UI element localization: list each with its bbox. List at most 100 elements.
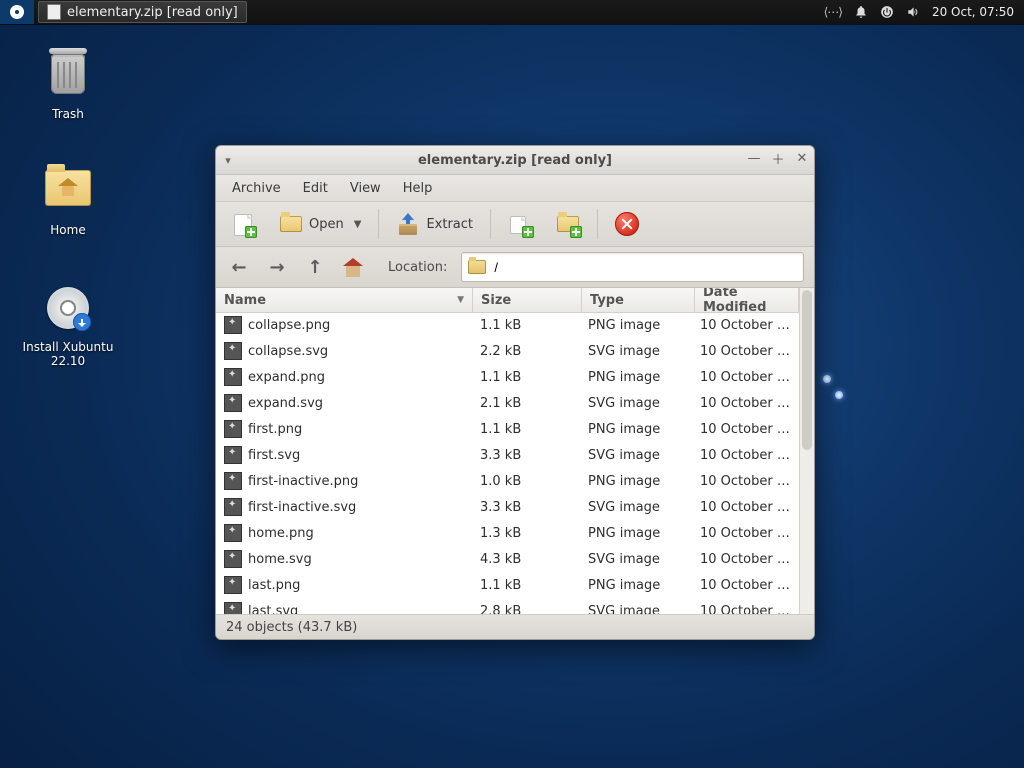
vertical-scrollbar[interactable]	[799, 288, 814, 614]
file-type: PNG image	[580, 578, 692, 593]
busy-dot	[835, 391, 843, 399]
file-size: 1.1 kB	[472, 318, 580, 333]
file-date: 10 October 2022, 20…	[692, 474, 799, 489]
extract-button[interactable]: Extract	[387, 206, 482, 242]
file-size: 1.3 kB	[472, 526, 580, 541]
file-type: SVG image	[580, 604, 692, 615]
file-type: SVG image	[580, 448, 692, 463]
menu-edit[interactable]: Edit	[293, 178, 338, 199]
add-files-button[interactable]	[499, 206, 541, 242]
file-row[interactable]: home.svg4.3 kBSVG image10 October 2022, …	[216, 546, 799, 572]
file-type: PNG image	[580, 318, 692, 333]
file-size: 3.3 kB	[472, 500, 580, 515]
stop-button[interactable]	[606, 206, 648, 242]
file-row[interactable]: first.svg3.3 kBSVG image10 October 2022,…	[216, 442, 799, 468]
file-name: last.png	[248, 578, 300, 593]
network-icon[interactable]	[824, 5, 842, 19]
busy-dot	[823, 375, 831, 383]
location-label: Location:	[388, 260, 447, 275]
home-icon	[342, 256, 364, 278]
scrollbar-thumb[interactable]	[802, 290, 812, 450]
home-button[interactable]	[336, 251, 370, 283]
titlebar[interactable]: ▾ elementary.zip [read only] — ＋ ✕	[216, 146, 814, 175]
desktop-icon-trash[interactable]: Trash	[22, 50, 114, 121]
home-folder-icon	[45, 170, 91, 206]
desktop-icon-label: Home	[22, 223, 114, 237]
desktop-icon-installer[interactable]: Install Xubuntu 22.10	[22, 284, 114, 368]
file-row[interactable]: collapse.png1.1 kBPNG image10 October 20…	[216, 312, 799, 338]
new-document-icon	[231, 212, 255, 236]
image-file-icon	[224, 368, 242, 386]
extract-button-label: Extract	[426, 217, 473, 232]
file-row[interactable]: collapse.svg2.2 kBSVG image10 October 20…	[216, 338, 799, 364]
file-name: first.png	[248, 422, 302, 437]
file-date: 10 October 2022, 20…	[692, 604, 799, 615]
file-type: SVG image	[580, 552, 692, 567]
notifications-icon[interactable]	[854, 5, 868, 19]
panel-clock[interactable]: 20 Oct, 07:50	[932, 5, 1014, 19]
xfce-logo-icon	[10, 5, 24, 19]
image-file-icon	[224, 498, 242, 516]
open-button[interactable]: Open ▼	[270, 206, 370, 242]
file-name: first.svg	[248, 448, 300, 463]
file-type: PNG image	[580, 474, 692, 489]
image-file-icon	[224, 342, 242, 360]
extract-icon	[396, 212, 420, 236]
file-name: first-inactive.svg	[248, 500, 356, 515]
add-file-icon	[508, 212, 532, 236]
file-size: 1.0 kB	[472, 474, 580, 489]
menu-view[interactable]: View	[340, 178, 391, 199]
file-row[interactable]: first-inactive.svg3.3 kBSVG image10 Octo…	[216, 494, 799, 520]
file-size: 1.1 kB	[472, 578, 580, 593]
column-header-name[interactable]: Name ▼	[216, 288, 473, 312]
menubar: Archive Edit View Help	[216, 175, 814, 202]
applications-menu[interactable]	[0, 0, 34, 24]
statusbar: 24 objects (43.7 kB)	[216, 614, 814, 639]
file-row[interactable]: first.png1.1 kBPNG image10 October 2022,…	[216, 416, 799, 442]
stop-icon	[615, 212, 639, 236]
volume-icon[interactable]	[906, 5, 920, 19]
power-icon[interactable]	[880, 5, 894, 19]
toolbar-separator	[490, 209, 491, 239]
add-folder-icon	[556, 212, 580, 236]
minimize-button[interactable]: —	[746, 150, 762, 166]
file-row[interactable]: first-inactive.png 1.0 kBPNG image10 Octo…	[216, 468, 799, 494]
add-folder-button[interactable]	[547, 206, 589, 242]
taskbar-button-archive-manager[interactable]: elementary.zip [read only]	[38, 1, 247, 23]
image-file-icon	[224, 550, 242, 568]
location-input[interactable]	[492, 259, 797, 276]
close-button[interactable]: ✕	[794, 150, 810, 166]
desktop-icon-label: Install Xubuntu 22.10	[22, 340, 114, 368]
menu-archive[interactable]: Archive	[222, 178, 291, 199]
column-header-type[interactable]: Type	[582, 288, 695, 312]
maximize-button[interactable]: ＋	[770, 150, 786, 166]
file-date: 10 October 2022, 20…	[692, 396, 799, 411]
file-row[interactable]: last.png1.1 kBPNG image10 October 2022, …	[216, 572, 799, 598]
image-file-icon	[224, 576, 242, 594]
up-button[interactable]: ↑	[298, 251, 332, 283]
file-type: PNG image	[580, 526, 692, 541]
column-header-size[interactable]: Size	[473, 288, 582, 312]
file-row[interactable]: home.png1.3 kBPNG image10 October 2022, …	[216, 520, 799, 546]
menu-help[interactable]: Help	[393, 178, 443, 199]
file-row[interactable]: expand.png1.1 kBPNG image10 October 2022…	[216, 364, 799, 390]
column-header-date[interactable]: Date Modified	[695, 288, 799, 312]
image-file-icon	[224, 472, 242, 490]
installer-disc-icon	[47, 287, 89, 329]
image-file-icon	[224, 602, 242, 614]
file-list: Name ▼ Size Type Date Modified collapse.…	[216, 288, 814, 614]
back-button[interactable]: ←	[222, 251, 256, 283]
file-row[interactable]: expand.svg2.1 kBSVG image10 October 2022…	[216, 390, 799, 416]
file-row[interactable]: last.svg2.8 kBSVG image10 October 2022, …	[216, 598, 799, 614]
file-date: 10 October 2022, 20…	[692, 422, 799, 437]
chevron-down-icon: ▼	[354, 219, 362, 230]
new-archive-button[interactable]	[222, 206, 264, 242]
location-field[interactable]	[461, 252, 804, 282]
file-name: home.svg	[248, 552, 312, 567]
folder-open-icon	[279, 212, 303, 236]
file-size: 2.1 kB	[472, 396, 580, 411]
desktop-icon-home[interactable]: Home	[22, 164, 114, 237]
forward-button[interactable]: →	[260, 251, 294, 283]
file-date: 10 October 2022, 20…	[692, 448, 799, 463]
file-name: first-inactive.png	[248, 474, 358, 489]
